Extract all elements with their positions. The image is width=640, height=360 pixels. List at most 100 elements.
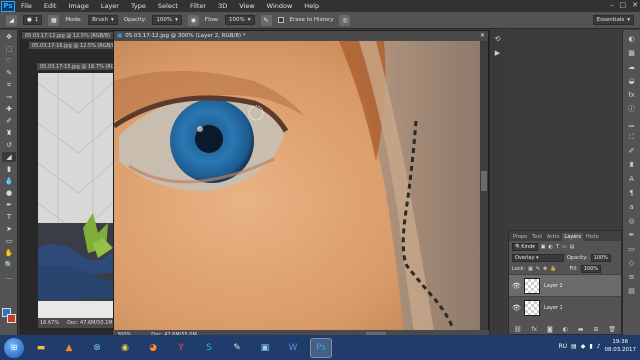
close-document-icon[interactable]: ✕: [480, 32, 485, 39]
tray-app-icon[interactable]: ◆: [581, 343, 586, 350]
close-icon[interactable]: ✕: [632, 1, 638, 9]
path-select-tool-icon[interactable]: ➤: [2, 224, 16, 234]
avast-icon[interactable]: ▲: [58, 338, 80, 358]
clock[interactable]: 19:36 08.03.2017: [605, 338, 637, 354]
marquee-tool-icon[interactable]: ⬚: [2, 44, 16, 54]
language-indicator[interactable]: RU: [558, 343, 567, 350]
libraries-panel-icon[interactable]: ☁: [626, 62, 638, 72]
eraser-tool-icon[interactable]: ◢: [2, 152, 16, 162]
brush-size-picker[interactable]: ● 1: [23, 15, 43, 25]
tab-properties[interactable]: Prope: [511, 233, 529, 241]
word-icon[interactable]: W: [282, 338, 304, 358]
blend-mode-select[interactable]: Overlay ▾: [512, 253, 564, 262]
yandex-icon[interactable]: Y: [170, 338, 192, 358]
network-app-icon[interactable]: ⊛: [86, 338, 108, 358]
vertical-scrollbar[interactable]: [480, 41, 488, 331]
firefox-icon[interactable]: ◕: [142, 338, 164, 358]
menu-window[interactable]: Window: [261, 2, 299, 10]
mode-select[interactable]: Brush ▾: [88, 15, 118, 25]
fx-icon[interactable]: fx: [531, 326, 537, 333]
filter-shape-icon[interactable]: ▭: [562, 244, 567, 250]
menu-layer[interactable]: Layer: [95, 2, 125, 10]
kind-filter-select[interactable]: 🔍 Kind ▾: [512, 242, 538, 251]
file-explorer-icon[interactable]: ▬: [30, 338, 52, 358]
hand-tool-icon[interactable]: ✋: [2, 248, 16, 258]
filter-smart-icon[interactable]: ▤: [570, 244, 575, 250]
maximize-icon[interactable]: □: [620, 1, 627, 9]
dodge-tool-icon[interactable]: ●: [2, 188, 16, 198]
actions-panel-icon[interactable]: ▶: [492, 48, 504, 58]
glyphs-panel-icon[interactable]: a: [626, 202, 638, 212]
layers-dock-icon[interactable]: ≡: [626, 272, 638, 282]
swatches-panel-icon[interactable]: ▦: [626, 48, 638, 58]
chrome-icon[interactable]: ◉: [114, 338, 136, 358]
workspace-select[interactable]: Essentials ▾: [592, 15, 634, 25]
image-canvas[interactable]: [114, 41, 480, 331]
network-icon[interactable]: ▮: [589, 343, 592, 350]
color-swatches[interactable]: [2, 308, 16, 324]
menu-view[interactable]: View: [233, 2, 260, 10]
tab-tool-presets[interactable]: Tool: [530, 233, 544, 241]
gallery-icon[interactable]: ▣: [254, 338, 276, 358]
brush-panel-icon-right[interactable]: ✐: [626, 146, 638, 156]
pressure-size-icon[interactable]: ◎: [339, 14, 351, 26]
history-panel-icon[interactable]: ⟲: [492, 34, 504, 44]
gradient-tool-icon[interactable]: ▮: [2, 164, 16, 174]
clone-stamp-tool-icon[interactable]: ♜: [2, 128, 16, 138]
visibility-eye-icon[interactable]: 👁: [512, 304, 521, 312]
opacity-field[interactable]: 100% ▾: [152, 15, 182, 25]
eyedropper-tool-icon[interactable]: ⊸: [2, 92, 16, 102]
airbrush-icon[interactable]: ✎: [260, 14, 272, 26]
new-layer-icon[interactable]: ⊞: [593, 326, 598, 333]
adjustment-layer-icon[interactable]: ◐: [563, 326, 568, 333]
minimize-icon[interactable]: –: [610, 1, 614, 9]
paths-panel-icon[interactable]: ✒: [626, 230, 638, 240]
clone-source-panel-icon[interactable]: ♜: [626, 160, 638, 170]
pen-tool-icon[interactable]: ✒: [2, 200, 16, 210]
color-panel-icon[interactable]: ◐: [626, 34, 638, 44]
lock-transparent-icon[interactable]: ▦: [528, 266, 533, 272]
layer-row-layer-1[interactable]: 👁 Layer 1: [509, 296, 621, 318]
volume-icon[interactable]: ♪: [597, 343, 601, 350]
doc-tab-3[interactable]: 05.03.17-15.jpg @ 16.7% (RGB/8): [36, 62, 125, 71]
eraser-tool-preset-icon[interactable]: ◢: [6, 14, 17, 26]
fill-field[interactable]: 100%: [580, 264, 602, 273]
move-tool-icon[interactable]: ✥: [2, 32, 16, 42]
erase-to-history-checkbox[interactable]: [277, 17, 284, 23]
crop-tool-icon[interactable]: ⌗: [2, 80, 16, 90]
visibility-eye-icon[interactable]: 👁: [512, 282, 521, 290]
lock-brush-icon[interactable]: ✎: [536, 266, 540, 272]
channels-dock-icon[interactable]: ▤: [626, 286, 638, 296]
tab-layers[interactable]: Layers: [562, 233, 583, 241]
timeline-panel-icon[interactable]: ▭: [626, 244, 638, 254]
menu-edit[interactable]: Edit: [38, 2, 63, 10]
menu-file[interactable]: File: [15, 2, 38, 10]
menu-3d[interactable]: 3D: [212, 2, 233, 10]
pressure-opacity-icon[interactable]: ◉: [187, 14, 199, 26]
more-tools-icon[interactable]: …: [2, 272, 16, 282]
3d-panel-icon[interactable]: ◇: [626, 258, 638, 268]
menu-type[interactable]: Type: [125, 2, 152, 10]
quick-select-tool-icon[interactable]: ✎: [2, 68, 16, 78]
layer-opacity-field[interactable]: 100%: [590, 253, 611, 262]
healing-brush-tool-icon[interactable]: ✚: [2, 104, 16, 114]
skype-icon[interactable]: S: [198, 338, 220, 358]
menu-image[interactable]: Image: [62, 2, 94, 10]
active-document-title-bar[interactable]: ▣ 05.03.17-12.jpg @ 300% (Layer 2, RGB/8…: [114, 31, 488, 41]
brush-tool-icon[interactable]: ✐: [2, 116, 16, 126]
link-layers-icon[interactable]: ⛓: [514, 326, 522, 333]
vertical-scroll-thumb[interactable]: [481, 171, 487, 191]
zoom-tool-icon[interactable]: 🔍: [2, 260, 16, 270]
character-panel-icon[interactable]: A: [626, 174, 638, 184]
doc-tab-1[interactable]: 05.03.17-12.jpg @ 12.5% (RGB/8): [21, 31, 116, 40]
lock-all-icon[interactable]: 🔒: [550, 266, 556, 272]
histogram-panel-icon[interactable]: ▁: [626, 118, 638, 128]
doc-tab-2[interactable]: 05.03.17-16.jpg @ 12.5% (RGB/8): [28, 41, 117, 50]
back-zoom-value[interactable]: 16.67%: [40, 320, 59, 326]
paragraph-panel-icon[interactable]: ¶: [626, 188, 638, 198]
tab-actions[interactable]: Actio: [545, 233, 562, 241]
shape-tool-icon[interactable]: ▭: [2, 236, 16, 246]
add-mask-icon[interactable]: ◙: [547, 326, 553, 333]
info-panel-icon[interactable]: ⓘ: [626, 104, 638, 114]
start-button-icon[interactable]: ⊞: [4, 337, 24, 358]
